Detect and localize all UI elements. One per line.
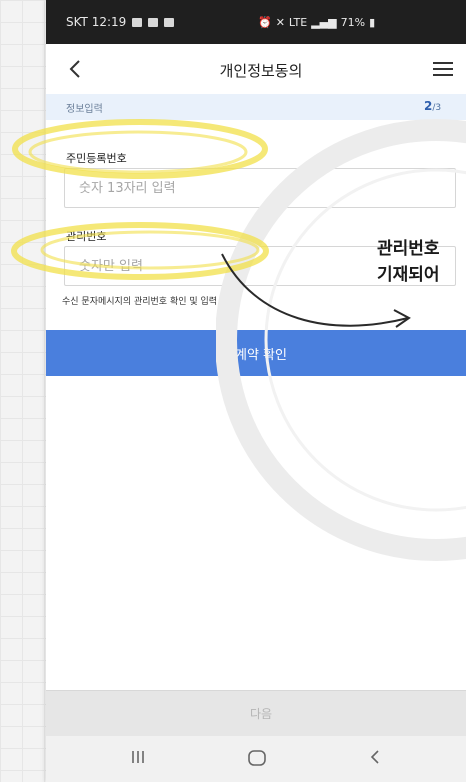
recent-apps-icon[interactable] (130, 749, 146, 765)
gallery-notification-icon (132, 17, 143, 27)
phone-screen: SKT 12:19 ⏰ ✕ LTE ▂▄▆ 71% ▮ 개인정보동의 정보입력 … (46, 0, 466, 782)
progress-section-label: 정보입력 (66, 104, 103, 115)
confirm-contract-button[interactable]: 계약 확인 (46, 330, 466, 376)
annotation-callout: 관리번호 기재되어 (377, 236, 466, 288)
rrn-label: 주민등록번호 (66, 152, 127, 165)
progress-total: /3 (432, 103, 442, 113)
hamburger-menu-icon[interactable] (432, 59, 454, 79)
status-left: SKT 12:19 (66, 15, 175, 29)
home-icon[interactable] (247, 749, 267, 767)
progress-step: 2/3 (424, 99, 441, 113)
message-notification-icon (148, 17, 159, 27)
alarm-icon: ⏰ (258, 15, 272, 29)
annotation-line-1: 관리번호 (377, 239, 440, 259)
progress-indicator: 정보입력 2/3 (46, 94, 466, 120)
app-header: 개인정보동의 (46, 44, 466, 94)
back-nav-icon[interactable] (368, 749, 382, 765)
annotation-line-2: 기재되어 (377, 265, 440, 285)
page-title: 개인정보동의 (219, 62, 303, 80)
next-button[interactable]: 다음 (46, 690, 466, 736)
system-nav-bar (46, 736, 466, 782)
battery-level: 71% (340, 15, 366, 29)
management-number-label: 관리번호 (66, 230, 107, 243)
status-bar: SKT 12:19 ⏰ ✕ LTE ▂▄▆ 71% ▮ (46, 0, 466, 44)
status-carrier-time: SKT 12:19 (66, 15, 127, 29)
battery-icon: ▮ (369, 15, 376, 29)
management-number-hint: 수신 문자메시지의 관리번호 확인 및 입력 (62, 297, 218, 307)
app-notification-icon (164, 17, 175, 27)
rrn-input[interactable] (64, 168, 456, 208)
mute-icon: ✕ (275, 15, 285, 29)
signal-icon: ▂▄▆ (311, 15, 337, 29)
network-type: LTE (288, 15, 308, 29)
status-right: ⏰ ✕ LTE ▂▄▆ 71% ▮ (258, 16, 375, 29)
